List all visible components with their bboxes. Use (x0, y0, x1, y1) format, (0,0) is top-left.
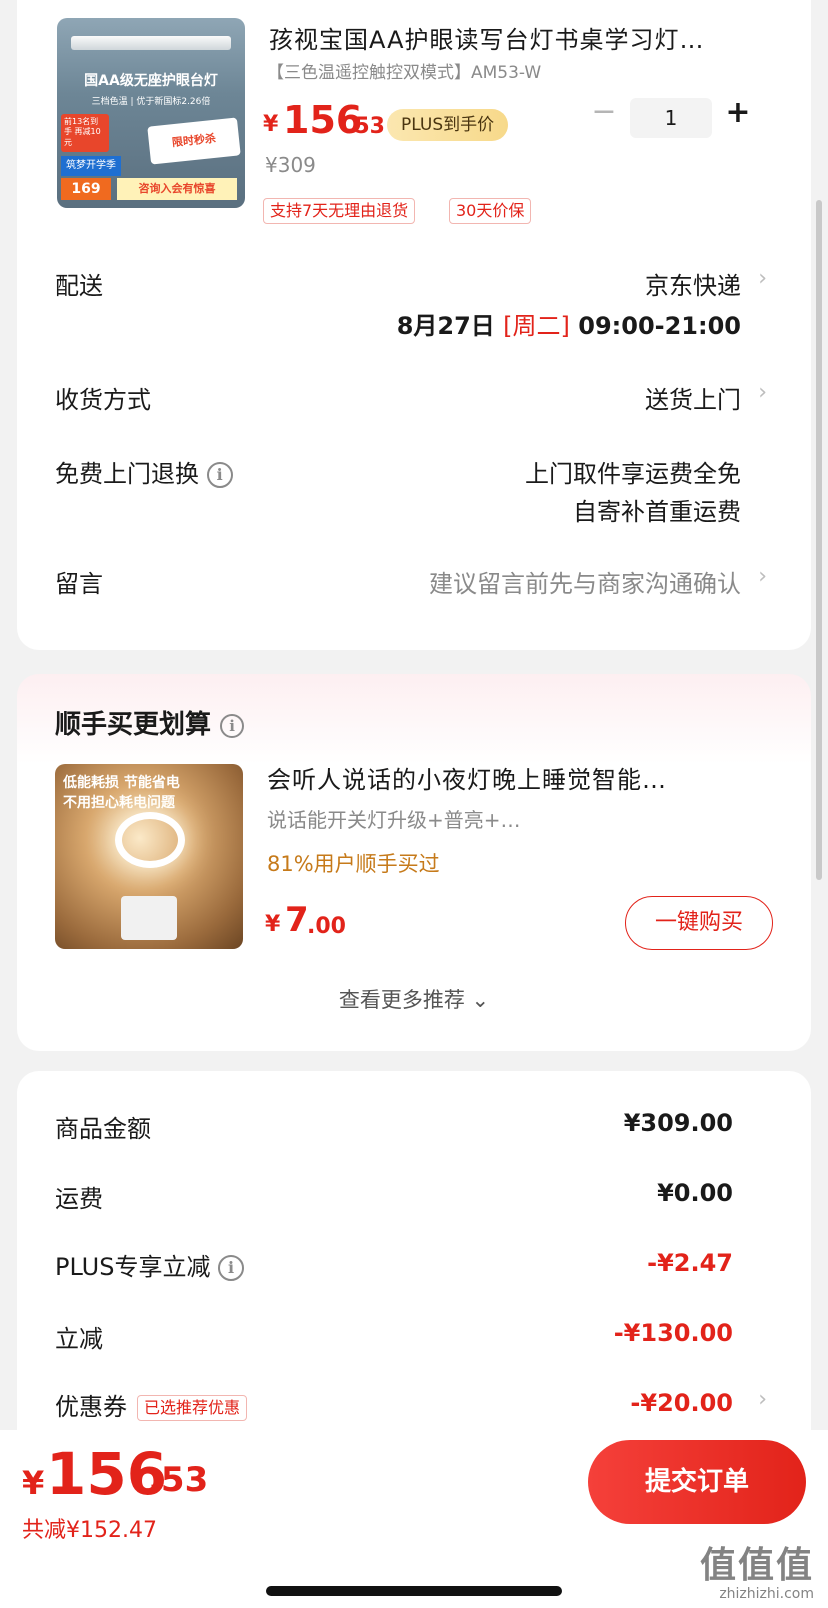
shipping-label: 运费 (55, 1185, 103, 1213)
delivery-carrier[interactable]: 京东快递 (645, 266, 741, 301)
plus-discount-value: -¥2.47 (647, 1249, 733, 1277)
thumb-consult: 咨询入会有惊喜 (117, 178, 237, 200)
goods-amount-label: 商品金额 (55, 1115, 151, 1143)
recommend-price-symbol: ¥ (265, 912, 281, 937)
coupon-label[interactable]: 优惠券 已选推荐优惠 (55, 1387, 248, 1422)
info-icon[interactable]: i (206, 462, 233, 488)
thumb-price: 169 (61, 178, 111, 200)
watermark-url: zhizhizhi.com (719, 1586, 814, 1602)
original-price: ¥309 (265, 153, 316, 177)
price-decimal: .53 (346, 114, 385, 139)
product-spec[interactable]: 【三色温遥控触控双模式】AM53-W (267, 58, 541, 83)
total-saved: 共减¥152.47 (22, 1518, 157, 1543)
recommend-price-integer: 7 (285, 900, 309, 940)
message-input[interactable]: 建议留言前先与商家沟通确认 (429, 564, 741, 599)
lamp-image-bar (71, 36, 231, 50)
recommend-stat: 81%用户顺手买过 (267, 852, 440, 876)
shipping-value: ¥0.00 (657, 1179, 733, 1207)
thumb-sub: 三档色温 | 优于新国标2.26倍 (91, 97, 211, 107)
recommend-image-caption: 低能耗损 节能省电 不用担心耗电问题 (63, 775, 180, 811)
thumb-headline: 国AA级无座护眼台灯 (84, 73, 218, 89)
product-card: 国AA级无座护眼台灯 三档色温 | 优于新国标2.26倍 前13名到手 再减10… (17, 0, 811, 650)
delivery-date: 8月27日 (396, 312, 495, 340)
message-label: 留言 (55, 570, 103, 598)
chevron-right-icon[interactable]: › (758, 266, 767, 291)
recommend-price-decimal: .00 (307, 914, 346, 939)
recommend-spec[interactable]: 说话能开关灯升级+普亮+… (267, 804, 521, 833)
receive-method-label: 收货方式 (55, 386, 151, 414)
delivery-weekday: [周二] (503, 312, 570, 340)
chevron-right-icon[interactable]: › (758, 1387, 767, 1412)
scrollbar[interactable] (816, 200, 822, 880)
thumb-promo: 前13名到手 再减10元 (61, 114, 109, 152)
free-return-line2: 自寄补首重运费 (573, 498, 741, 526)
delivery-label: 配送 (55, 272, 103, 300)
quantity-decrease-button[interactable]: − (589, 96, 619, 132)
total-price-symbol: ¥ (22, 1464, 45, 1502)
bottom-bar: ¥ 156 .53 共减¥152.47 提交订单 值值值 zhizhizhi.c… (0, 1430, 828, 1608)
instant-discount-label: 立减 (55, 1325, 103, 1353)
one-click-buy-button[interactable]: 一键购买 (625, 896, 773, 950)
submit-order-button[interactable]: 提交订单 (588, 1440, 806, 1524)
receive-method-value[interactable]: 送货上门 (645, 380, 741, 415)
plus-price-badge: PLUS到手价 (387, 109, 509, 141)
product-thumbnail[interactable]: 国AA级无座护眼台灯 三档色温 | 优于新国标2.26倍 前13名到手 再减10… (57, 18, 245, 208)
delivery-time[interactable]: 8月27日 [周二] 09:00-21:00 (397, 306, 741, 341)
chevron-right-icon[interactable]: › (758, 564, 767, 589)
quantity-input[interactable]: 1 (630, 98, 712, 138)
price-protect-tag: 30天价保 (449, 198, 532, 224)
recommend-name[interactable]: 会听人说话的小夜灯晚上睡觉智能… (267, 760, 747, 795)
watermark-logo: 值值值 (699, 1545, 814, 1586)
quantity-increase-button[interactable]: + (723, 96, 753, 132)
recommend-title: 顺手买更划算 i (55, 704, 245, 741)
goods-amount-value: ¥309.00 (623, 1109, 733, 1137)
plug-image (121, 896, 177, 940)
instant-discount-value: -¥130.00 (613, 1319, 733, 1347)
total-price-decimal: .53 (148, 1460, 209, 1500)
delivery-time-range: 09:00-21:00 (578, 312, 741, 340)
thumb-flash: 限时秒杀 (147, 117, 241, 165)
price-symbol: ¥ (263, 112, 279, 137)
see-more-recommend-button[interactable]: 查看更多推荐 ⌄ (17, 984, 811, 1014)
thumb-school: 筑梦开学季 (61, 156, 121, 176)
coupon-value[interactable]: -¥20.00 (630, 1389, 733, 1417)
summary-card: 商品金额 ¥309.00 运费 ¥0.00 PLUS专享立减 i -¥2.47 … (17, 1071, 811, 1471)
free-return-label: 免费上门退换 i (55, 454, 233, 489)
home-indicator[interactable] (266, 1586, 562, 1596)
free-return-line1: 上门取件享运费全免 (525, 460, 741, 488)
chevron-right-icon[interactable]: › (758, 380, 767, 405)
watermark: 值值值 zhizhizhi.com (700, 1536, 814, 1602)
recommend-thumbnail[interactable]: 低能耗损 节能省电 不用担心耗电问题 (55, 764, 243, 949)
plus-discount-label: PLUS专享立减 i (55, 1247, 245, 1282)
product-title[interactable]: 孩视宝国AA护眼读写台灯书桌学习灯… (269, 20, 769, 55)
night-light-image (115, 812, 185, 868)
return-policy-tag: 支持7天无理由退货 (263, 198, 416, 224)
info-icon[interactable]: i (220, 713, 245, 738)
info-icon[interactable]: i (218, 1255, 245, 1281)
coupon-tag: 已选推荐优惠 (137, 1395, 248, 1421)
recommend-card: 顺手买更划算 i 低能耗损 节能省电 不用担心耗电问题 会听人说话的小夜灯晚上睡觉… (17, 674, 811, 1051)
